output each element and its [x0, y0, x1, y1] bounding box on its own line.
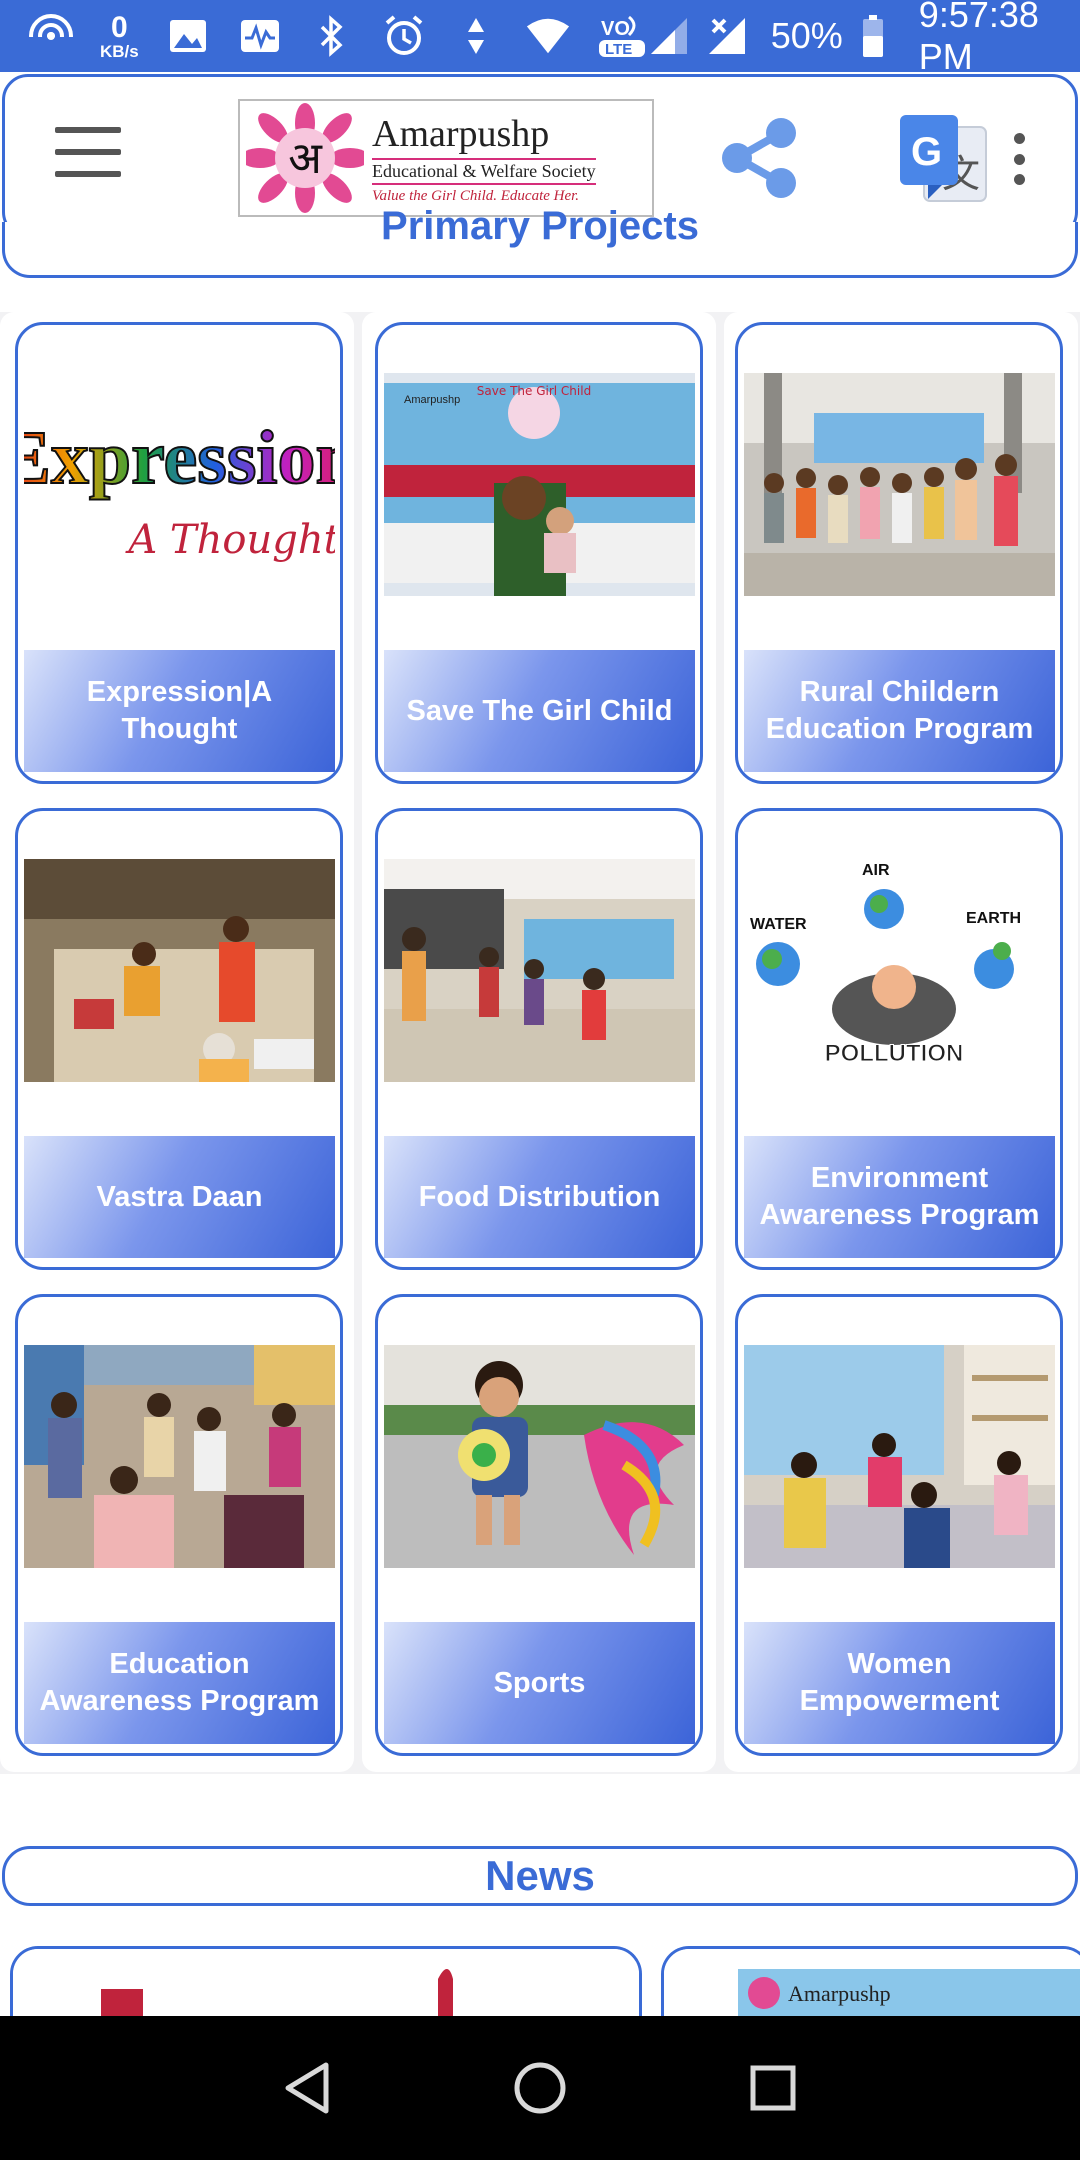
app-screen: 0 KB/s VO LTE 50% 9:57:38 PM अ Amarpushp…	[0, 0, 1080, 2160]
more-vert-icon[interactable]	[1008, 133, 1030, 185]
net-speed-unit: KB/s	[100, 41, 139, 61]
project-label: Food Distribution	[384, 1136, 695, 1258]
logo-text: Amarpushp Educational & Welfare Society …	[372, 112, 596, 205]
project-label: Sports	[384, 1622, 695, 1744]
project-card-environment[interactable]: AIR WATER EARTH POLLUTION Environment Aw…	[735, 808, 1063, 1270]
net-speed: 0 KB/s	[100, 10, 139, 61]
project-label: Expression|A Thought	[24, 650, 335, 772]
project-card-women-empowerment[interactable]: Women Empowerment	[735, 1294, 1063, 1756]
clock: 9:57:38 PM	[918, 0, 1039, 77]
food-distribution-photo	[384, 859, 695, 1082]
news-card[interactable]: Amarpushp	[661, 1946, 1080, 2026]
data-arrows-icon	[453, 13, 499, 59]
project-label: Rural Childern Education Program	[744, 650, 1055, 772]
project-label: Vastra Daan	[24, 1136, 335, 1258]
project-label: Education Awareness Program	[24, 1622, 335, 1744]
menu-icon[interactable]	[55, 127, 121, 177]
volte-icon: VO LTE	[597, 13, 649, 59]
pollution-diagram: AIR WATER EARTH POLLUTION	[744, 859, 1055, 1082]
logo-tagline: Value the Girl Child. Educate Her.	[372, 187, 580, 204]
status-bar: 0 KB/s VO LTE 50% 9:57:38 PM	[0, 0, 1080, 77]
battery-icon	[861, 13, 885, 59]
wifi-icon	[525, 13, 571, 59]
app-logo[interactable]: अ Amarpushp Educational & Welfare Societ…	[238, 99, 654, 217]
pollution-earth-label: EARTH	[966, 910, 1021, 927]
pollution-word: POLLUTION	[825, 1040, 964, 1067]
banner-title: Save The Girl Child	[477, 384, 591, 398]
section-primary-projects: Primary Projects	[2, 204, 1078, 278]
news-logo-word: Amarpushp	[788, 1981, 891, 2006]
banner-org: Amarpushp	[404, 394, 460, 406]
expression-logo: Expression A Thought	[24, 373, 335, 596]
logo-glyph: अ	[288, 133, 323, 184]
news-card[interactable]	[10, 1946, 642, 2026]
section-title: Primary Projects	[381, 204, 699, 248]
project-card-education-awareness[interactable]: Education Awareness Program	[15, 1294, 343, 1756]
project-card-rural-children[interactable]: Rural Childern Education Program	[735, 322, 1063, 784]
alarm-icon	[381, 13, 427, 59]
lte-label: LTE	[605, 41, 632, 58]
project-label: Environment Awareness Program	[744, 1136, 1055, 1258]
project-label: Women Empowerment	[744, 1622, 1055, 1744]
pollution-water-label: WATER	[750, 916, 807, 933]
girl-child-banner-photo: Save The Girl Child Amarpushp	[384, 373, 695, 596]
back-icon[interactable]	[272, 2053, 342, 2123]
logo-subtitle: Educational & Welfare Society	[372, 157, 596, 185]
project-label: Save The Girl Child	[384, 650, 695, 772]
recents-icon[interactable]	[738, 2053, 808, 2123]
project-card-expression[interactable]: Expression A Thought Expression|A Though…	[15, 322, 343, 784]
signal-icon	[649, 13, 689, 59]
education-gathering-photo	[24, 1345, 335, 1568]
signal-no-data-icon	[707, 13, 747, 59]
translate-icon[interactable]: 文 G	[898, 113, 990, 205]
expression-word: Expression	[24, 416, 335, 500]
news-image: Amarpushp	[664, 1949, 1080, 2026]
share-icon[interactable]	[717, 115, 803, 201]
net-speed-value: 0	[111, 10, 128, 44]
activity-icon	[237, 13, 283, 59]
volte-label: VO	[601, 18, 630, 40]
project-card-save-girl-child[interactable]: Save The Girl Child Amarpushp Save The G…	[375, 322, 703, 784]
project-card-food-distribution[interactable]: Food Distribution	[375, 808, 703, 1270]
section-title: News	[485, 1852, 595, 1899]
home-icon[interactable]	[505, 2053, 575, 2123]
project-card-sports[interactable]: Sports	[375, 1294, 703, 1756]
image-icon	[165, 13, 211, 59]
women-meeting-photo	[744, 1345, 1055, 1568]
battery-percent: 50%	[770, 15, 843, 56]
hotspot-icon	[28, 13, 74, 59]
pollution-air-label: AIR	[862, 862, 890, 879]
project-card-vastra-daan[interactable]: Vastra Daan	[15, 808, 343, 1270]
children-group-photo	[744, 373, 1055, 596]
clothes-donation-photo	[24, 859, 335, 1082]
logo-title: Amarpushp	[372, 112, 550, 155]
expression-sub: A Thought	[124, 517, 335, 563]
lotus-logo-icon: अ	[246, 103, 364, 213]
navigation-bar	[0, 2016, 1080, 2160]
section-news: News	[2, 1846, 1078, 1906]
svg-text:G: G	[911, 130, 942, 174]
child-with-ball-photo	[384, 1345, 695, 1568]
bluetooth-icon	[309, 13, 355, 59]
news-image	[13, 1949, 639, 2026]
